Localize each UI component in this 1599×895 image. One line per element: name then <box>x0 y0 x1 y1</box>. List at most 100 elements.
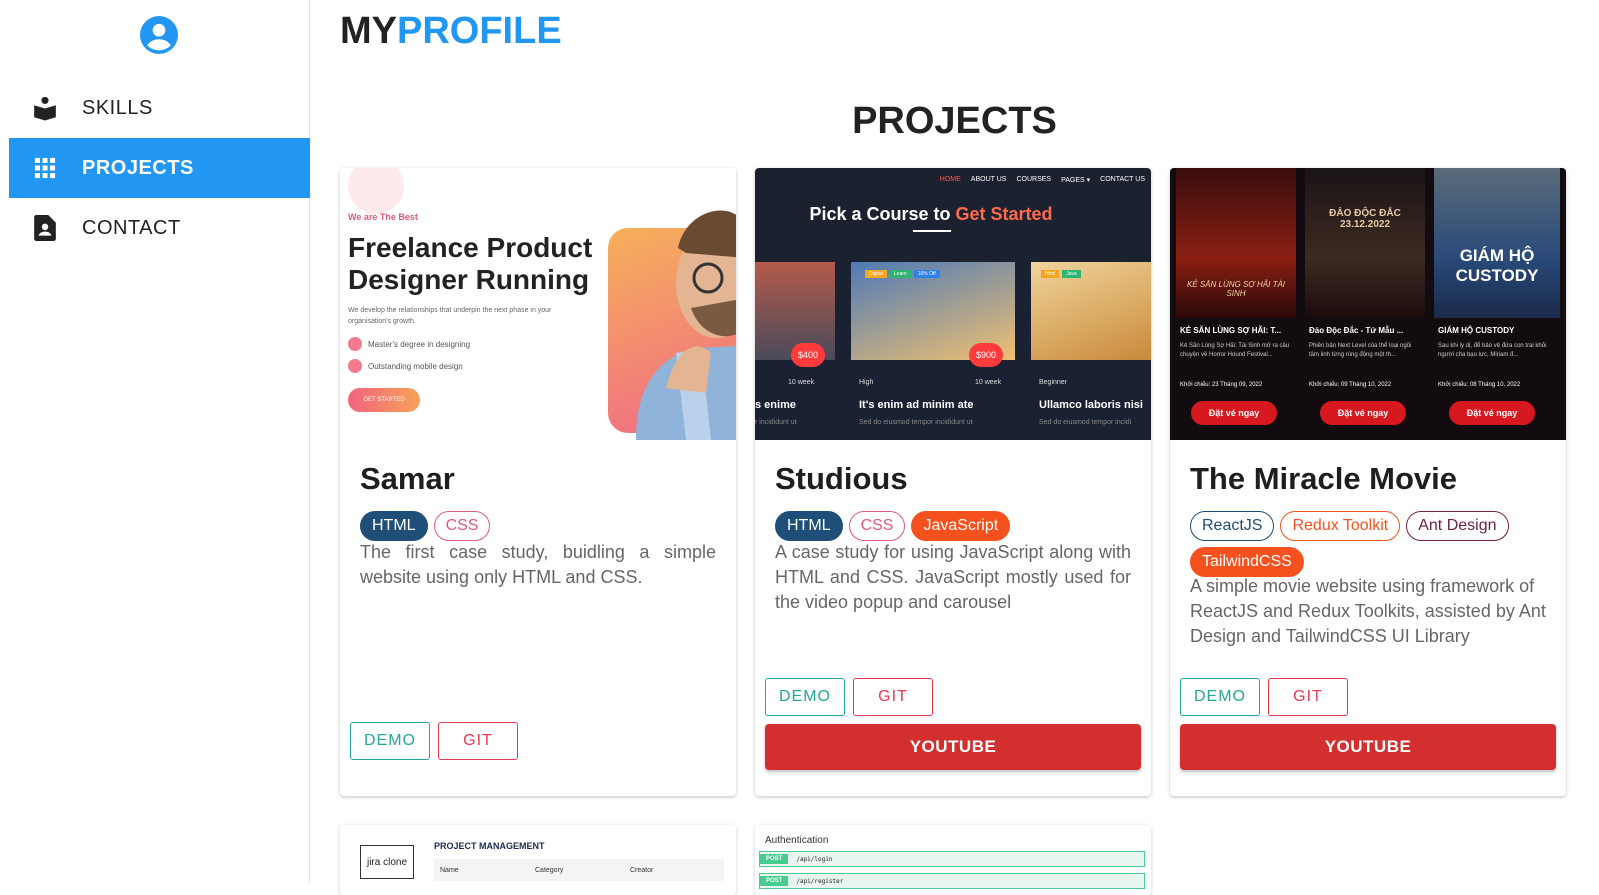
book-reader-icon <box>31 94 59 122</box>
youtube-button[interactable]: YOUTUBE <box>765 724 1141 770</box>
movie-poster: KẺ SĂN LÙNG SỢ HÃI TÀI SINH <box>1176 168 1296 318</box>
movie-desc: Phiên bản Next Level của thể loại ngồi t… <box>1309 343 1412 358</box>
course-badge: Learn <box>889 270 911 278</box>
project-card-samar: We are The Best Freelance Product Design… <box>340 168 736 796</box>
movie-name: GIÁM HỘ CUSTODY <box>1438 326 1515 335</box>
project-thumbnail[interactable]: HOME ABOUT US COURSES PAGES ▾ CONTACT US… <box>755 168 1151 440</box>
tag-css: CSS <box>848 511 906 541</box>
brand-part-1: MY <box>340 10 397 52</box>
user-account-icon[interactable] <box>140 16 178 54</box>
movie-desc: Sau khi ly dị, để bảo vệ đứa con trai kh… <box>1438 343 1547 358</box>
sidebar-item-projects[interactable]: PROJECTS <box>9 138 310 198</box>
brand-logo[interactable]: MYPROFILE <box>340 10 562 53</box>
table-header: Name <box>440 867 459 874</box>
tag-list: HTML CSS <box>360 511 720 541</box>
endpoint-path: /api/login <box>796 855 833 863</box>
git-button[interactable]: GIT <box>438 722 518 760</box>
table-header: Category <box>535 867 564 874</box>
sidebar-item-skills[interactable]: SKILLS <box>9 78 310 138</box>
course-badge: 10% Off <box>913 270 940 278</box>
check-icon <box>348 337 362 351</box>
course-sub: Sed do eiusmod tempor incidi <box>1039 419 1132 426</box>
movie-date: Khởi chiếu: 23 Tháng 09, 2022 <box>1180 382 1263 388</box>
thumb-nav-item: COURSES <box>1016 176 1052 183</box>
brand-part-2: PROFILE <box>397 10 562 52</box>
demo-button[interactable]: DEMO <box>350 722 430 760</box>
tag-list: ReactJS Redux Toolkit Ant Design Tailwin… <box>1190 511 1550 577</box>
tag-css: CSS <box>433 511 491 541</box>
poster-title: GIÁM HỘ CUSTODY <box>1455 246 1539 285</box>
course-badge: Digital <box>865 270 887 278</box>
jira-logo: jira clone <box>360 845 414 879</box>
book-ticket-button: Đặt vé ngay <box>1449 401 1535 425</box>
youtube-button[interactable]: YOUTUBE <box>1180 724 1556 770</box>
project-thumbnail[interactable]: We are The Best Freelance Product Design… <box>340 168 736 440</box>
course-title: Ullamco laboris nisi <box>1039 399 1143 411</box>
poster-title: ĐẢO ĐỘC ĐẮC 23.12.2022 <box>1329 208 1401 230</box>
project-card-jira-clone: jira clone PROJECT MANAGEMENT Name Categ… <box>340 825 736 895</box>
project-title: Studious <box>775 461 908 496</box>
movie-desc: Kẻ Săn Lùng Sợ Hãi: Tái Sinh mở ra câu c… <box>1180 343 1290 358</box>
book-ticket-button: Đặt vé ngay <box>1191 401 1277 425</box>
movie-date: Khởi chiếu: 09 Tháng 10, 2022 <box>1309 382 1392 388</box>
demo-button[interactable]: DEMO <box>1180 678 1260 716</box>
thumb-cta: GET STARTED <box>348 388 420 412</box>
designer-photo <box>636 210 736 440</box>
tag-html: HTML <box>775 511 843 541</box>
decorative-circle <box>348 168 404 214</box>
thumb-check: Outstanding mobile design <box>368 361 463 371</box>
movie-poster: GIÁM HỘ CUSTODY <box>1434 168 1560 318</box>
git-button[interactable]: GIT <box>1268 678 1348 716</box>
tag-html: HTML <box>360 511 428 541</box>
course-level: Beginner <box>1039 379 1068 386</box>
movie-date: Khởi chiếu: 08 Tháng 10, 2022 <box>1438 382 1521 388</box>
course-title: It's enim ad minim ate <box>859 399 974 411</box>
tag-reactjs: ReactJS <box>1190 511 1275 541</box>
movie-poster: ĐẢO ĐỘC ĐẮC 23.12.2022 <box>1305 168 1425 318</box>
thumb-kicker: We are The Best <box>348 212 418 222</box>
thumb-heading: PROJECT MANAGEMENT <box>434 841 545 851</box>
course-duration: 10 week <box>788 379 815 386</box>
course-badge: Html <box>1041 270 1060 278</box>
check-icon <box>348 359 362 373</box>
tag-list: HTML CSS JavaScript <box>775 511 1135 541</box>
contact-file-icon <box>31 214 59 242</box>
course-badge: Java <box>1062 270 1081 278</box>
thumb-heading: Authentication <box>765 835 829 846</box>
divider <box>913 230 951 232</box>
section-title: PROJECTS <box>852 100 1057 142</box>
project-thumbnail[interactable]: KẺ SĂN LÙNG SỢ HÃI TÀI SINH ĐẢO ĐỘC ĐẮC … <box>1170 168 1566 440</box>
table-header: Creator <box>630 867 654 874</box>
grid-icon <box>31 154 59 182</box>
thumb-nav-item: PAGES ▾ <box>1061 177 1091 184</box>
sidebar-item-contact[interactable]: CONTACT <box>9 198 310 258</box>
thumb-nav-item: HOME <box>939 176 961 183</box>
thumb-heading-accent: Get Started <box>955 204 1053 224</box>
endpoint-path: /api/register <box>796 877 844 885</box>
course-sub: Sed do eiusmod tempor incididunt ut <box>859 419 973 426</box>
thumb-nav-item: CONTACT US <box>1100 176 1145 183</box>
tag-javascript: JavaScript <box>911 511 1011 541</box>
sidebar-item-label: SKILLS <box>82 96 153 119</box>
movie-name: KẺ SĂN LÙNG SỢ HÃI: T... <box>1180 326 1282 335</box>
book-ticket-button: Đặt vé ngay <box>1320 401 1406 425</box>
thumb-heading: Pick a Course to <box>809 204 951 224</box>
movie-name: Đảo Độc Đắc - Tứ Mẫu ... <box>1309 326 1404 335</box>
tag-tailwindcss: TailwindCSS <box>1190 547 1304 577</box>
demo-button[interactable]: DEMO <box>765 678 845 716</box>
project-card-studious: HOME ABOUT US COURSES PAGES ▾ CONTACT US… <box>755 168 1151 796</box>
http-method: POST <box>760 854 789 864</box>
thumb-sub: We develop the relationships that underp… <box>348 307 552 325</box>
course-price: $400 <box>791 343 825 367</box>
course-level: High <box>859 379 874 386</box>
course-sub: r incididunt ut <box>755 419 797 426</box>
http-method: POST <box>760 876 789 886</box>
sidebar-nav: SKILLS PROJECTS CONTACT <box>9 78 310 258</box>
project-card-miracle-movie: KẺ SĂN LÙNG SỢ HÃI TÀI SINH ĐẢO ĐỘC ĐẮC … <box>1170 168 1566 796</box>
poster-title: KẺ SĂN LÙNG SỢ HÃI TÀI SINH <box>1186 280 1286 298</box>
git-button[interactable]: GIT <box>853 678 933 716</box>
project-description: A case study for using JavaScript along … <box>775 542 1131 612</box>
project-title: The Miracle Movie <box>1190 461 1458 496</box>
thumb-headline: Designer Running <box>348 264 590 295</box>
project-description: The first case study, buidling a simple … <box>360 542 716 587</box>
